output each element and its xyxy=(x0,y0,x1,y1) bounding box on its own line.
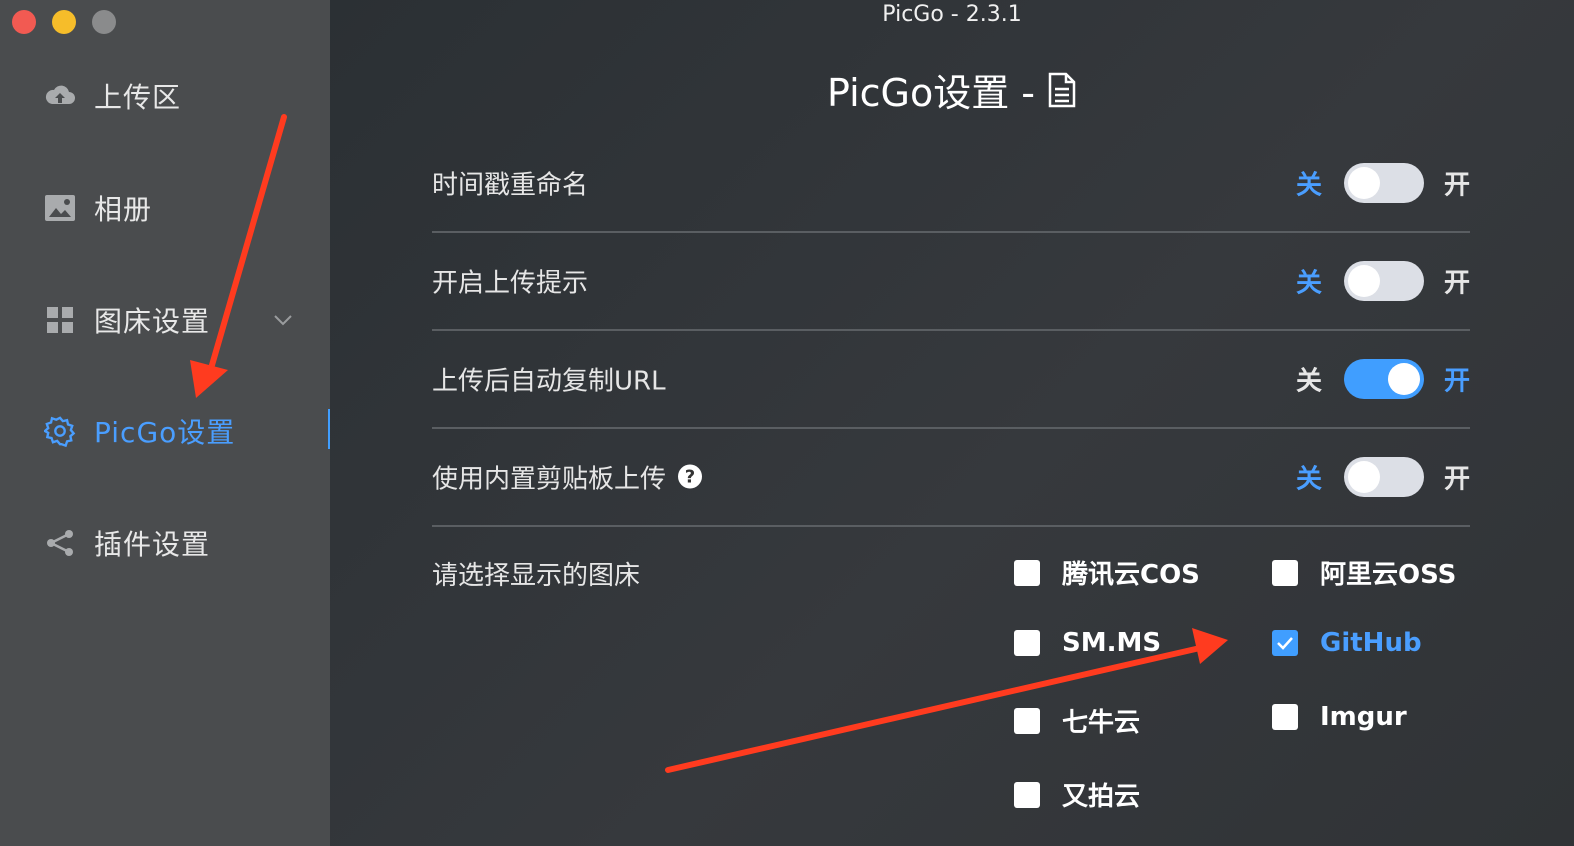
setting-label: 上传后自动复制URL xyxy=(432,366,666,396)
checkbox-box[interactable] xyxy=(1014,781,1040,808)
document-icon[interactable] xyxy=(1047,72,1077,108)
image-icon xyxy=(44,192,76,224)
setting-label-group: 使用内置剪贴板上传 ? xyxy=(432,458,703,495)
window-title: PicGo - 2.3.1 xyxy=(882,2,1022,27)
share-icon xyxy=(44,527,76,559)
sidebar-item-gallery[interactable]: 相册 xyxy=(0,178,330,238)
switch-off-label: 关 xyxy=(1296,464,1323,494)
checkbox-box[interactable] xyxy=(1272,704,1298,730)
checkbox-box[interactable] xyxy=(1014,559,1040,586)
minimize-window-button[interactable] xyxy=(52,10,76,34)
gear-icon xyxy=(44,415,76,448)
sidebar-item-picgo-settings[interactable]: PicGo设置 xyxy=(0,401,330,461)
switch-on-label: 开 xyxy=(1444,268,1471,298)
checkbox-box[interactable] xyxy=(1014,707,1040,734)
checkbox-github[interactable]: GitHub xyxy=(1272,628,1422,658)
sidebar-item-label: 相册 xyxy=(94,193,153,226)
switch-off-label: 关 xyxy=(1296,170,1323,200)
upload-notice-toggle[interactable] xyxy=(1344,260,1424,301)
checkbox-tcyun[interactable]: 腾讯云COS xyxy=(1014,554,1200,591)
toggle-knob xyxy=(1348,460,1380,493)
checkbox-box[interactable] xyxy=(1272,559,1298,586)
checkmark-icon xyxy=(1277,637,1293,650)
sidebar: 上传区 相册 图床设置 PicGo设置 插件设置 xyxy=(0,0,334,846)
main-panel: PicGo - 2.3.1 PicGo设置 - 时间戳重命名 关 开 开启上传提… xyxy=(330,0,1574,846)
setting-row-upload-notice: 开启上传提示 关 开 xyxy=(432,232,1470,331)
toggle-knob xyxy=(1348,264,1380,297)
zoom-window-button[interactable] xyxy=(92,10,116,34)
image-host-select-label: 请选择显示的图床 xyxy=(432,561,641,591)
checkbox-qiniu[interactable]: 七牛云 xyxy=(1014,702,1140,739)
checkbox-label: 又拍云 xyxy=(1062,782,1141,812)
setting-row-timestamp-rename: 时间戳重命名 关 开 xyxy=(432,134,1470,233)
switch-off-label: 关 xyxy=(1296,268,1323,298)
timestamp-rename-toggle[interactable] xyxy=(1344,162,1424,203)
checkbox-label: 阿里云OSS xyxy=(1320,560,1457,590)
sidebar-item-plugin-settings[interactable]: 插件设置 xyxy=(0,513,330,573)
setting-label: 使用内置剪贴板上传 xyxy=(432,464,667,494)
checkbox-aliyun[interactable]: 阿里云OSS xyxy=(1272,554,1456,591)
chevron-down-icon[interactable] xyxy=(272,309,294,331)
sidebar-item-label: 图床设置 xyxy=(94,305,211,338)
setting-label: 开启上传提示 xyxy=(432,268,589,298)
switch-on-label: 开 xyxy=(1444,464,1471,494)
switch-on-label: 开 xyxy=(1444,170,1471,200)
toggle-knob xyxy=(1348,166,1380,199)
builtin-clipboard-toggle[interactable] xyxy=(1344,456,1424,497)
checkbox-label: GitHub xyxy=(1320,628,1422,658)
checkbox-label: SM.MS xyxy=(1062,628,1162,658)
setting-row-auto-copy-url: 上传后自动复制URL 关 开 xyxy=(432,330,1470,429)
checkbox-box[interactable] xyxy=(1014,630,1040,656)
checkbox-label: 腾讯云COS xyxy=(1062,560,1200,590)
grid-icon xyxy=(44,304,76,336)
close-window-button[interactable] xyxy=(12,10,36,34)
checkbox-upyun[interactable]: 又拍云 xyxy=(1014,776,1140,813)
sidebar-item-label: 插件设置 xyxy=(94,528,211,561)
auto-copy-url-toggle[interactable] xyxy=(1344,358,1424,399)
checkbox-label: 七牛云 xyxy=(1062,708,1141,738)
sidebar-item-image-host-settings[interactable]: 图床设置 xyxy=(0,290,330,350)
checkbox-box[interactable] xyxy=(1272,630,1298,656)
switch-off-label: 关 xyxy=(1296,366,1323,396)
checkbox-imgur[interactable]: Imgur xyxy=(1272,702,1407,732)
question-icon[interactable]: ? xyxy=(678,464,703,489)
page-title-text: PicGo设置 - xyxy=(826,71,1036,115)
setting-row-builtin-clipboard: 使用内置剪贴板上传 ? 关 开 xyxy=(432,428,1470,527)
checkbox-smms[interactable]: SM.MS xyxy=(1014,628,1161,658)
toggle-knob xyxy=(1388,362,1420,395)
switch-on-label: 开 xyxy=(1444,366,1471,396)
sidebar-item-label: PicGo设置 xyxy=(94,416,236,449)
setting-label: 时间戳重命名 xyxy=(432,170,589,200)
sidebar-item-upload[interactable]: 上传区 xyxy=(0,66,330,126)
cloud-upload-icon xyxy=(44,80,76,112)
sidebar-item-label: 上传区 xyxy=(94,81,182,114)
checkbox-label: Imgur xyxy=(1320,702,1407,732)
page-title: PicGo设置 - xyxy=(330,62,1574,117)
